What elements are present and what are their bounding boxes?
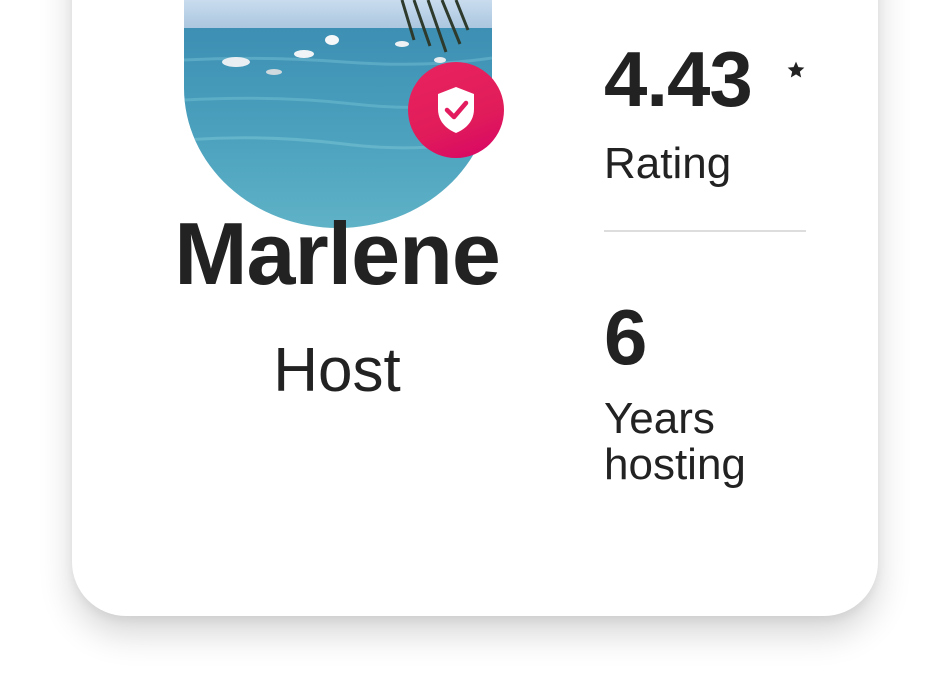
verified-badge [408,62,504,158]
screen: Marlene Host 4.43 Rating 6 Years hosting [0,0,948,700]
years-hosting-value: 6 [604,293,647,381]
years-hosting-label: Years hosting [604,394,746,490]
stats-divider [604,230,806,232]
host-name: Marlene [174,204,501,303]
star-icon [787,61,805,78]
rating-label: Rating [604,139,732,188]
rating-value: 4.43 [604,40,805,118]
host-role: Host [273,336,401,405]
rating-number: 4.43 [604,35,753,123]
shield-check-icon [438,87,474,133]
